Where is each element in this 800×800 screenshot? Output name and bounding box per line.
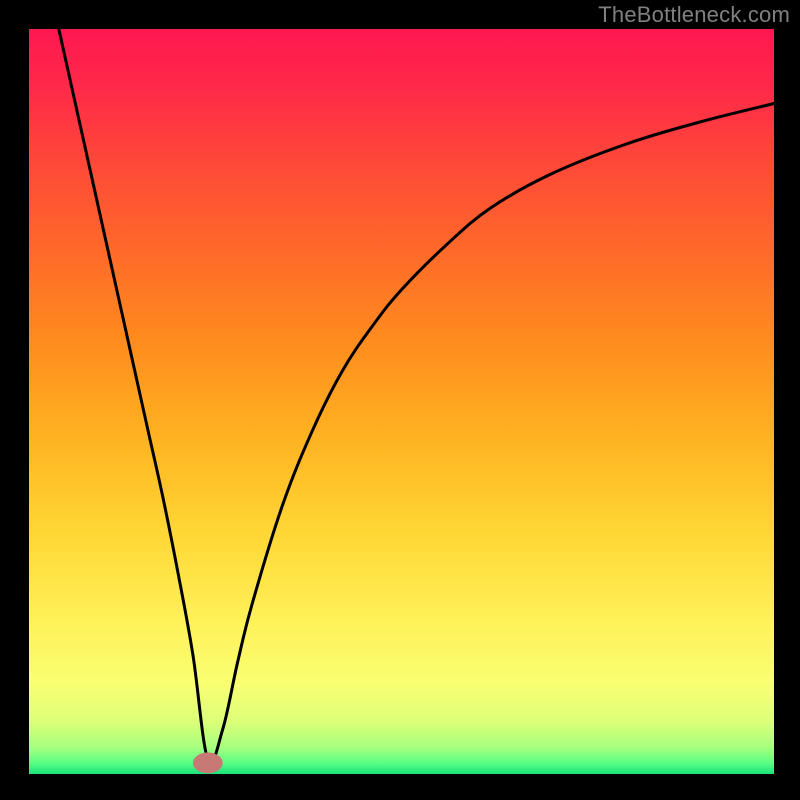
- chart-canvas: TheBottleneck.com: [0, 0, 800, 800]
- watermark-text: TheBottleneck.com: [598, 2, 790, 28]
- chart-svg: [0, 0, 800, 800]
- optimum-marker: [193, 752, 223, 773]
